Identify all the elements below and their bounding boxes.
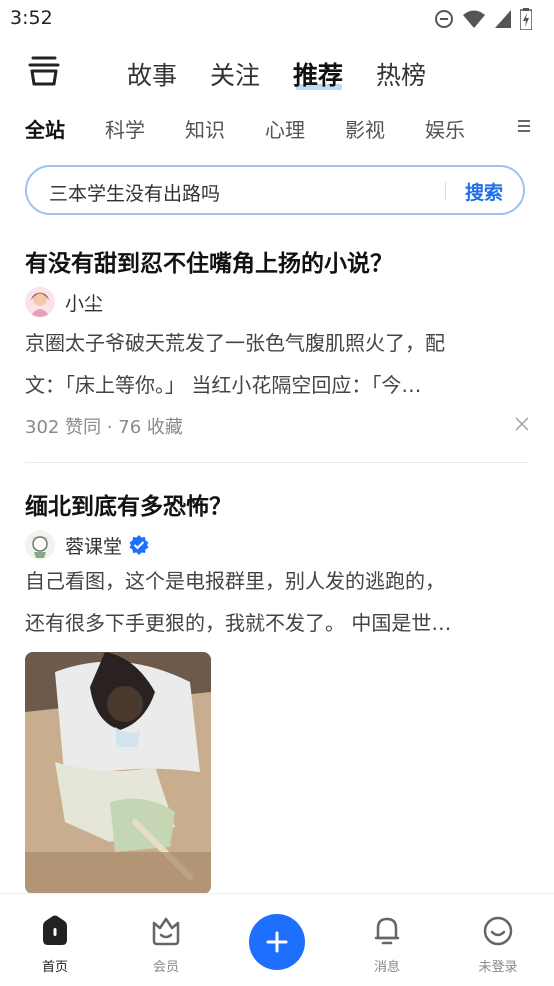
cellular-icon bbox=[495, 10, 511, 28]
nav-home[interactable]: 首页 bbox=[15, 914, 95, 975]
list-menu-icon bbox=[518, 120, 530, 132]
post-photo bbox=[25, 652, 211, 894]
avatar-cartoon-icon bbox=[25, 530, 55, 560]
status-icons bbox=[434, 8, 532, 30]
tab-hot-list[interactable]: 热榜 bbox=[376, 56, 426, 92]
author-name[interactable]: 蓉课堂 bbox=[65, 532, 122, 559]
dnd-icon bbox=[435, 10, 453, 28]
nav-label: 未登录 bbox=[478, 960, 518, 975]
nav-profile[interactable]: 未登录 bbox=[458, 914, 538, 975]
category-science[interactable]: 科学 bbox=[105, 114, 145, 143]
tab-follow[interactable]: 关注 bbox=[210, 56, 260, 92]
cup-menu-icon bbox=[28, 56, 60, 86]
bell-icon bbox=[374, 917, 400, 945]
excerpt-line: 自己看图，这个是电报群里，别人发的逃跑的， bbox=[25, 569, 445, 593]
nav-vip[interactable]: 会员 bbox=[126, 914, 206, 975]
home-icon bbox=[43, 915, 67, 945]
card-1-author[interactable]: 小尘 bbox=[25, 287, 103, 317]
card-1-stats: 302 赞同 · 76 收藏 bbox=[25, 417, 183, 438]
category-entertainment[interactable]: 娱乐 bbox=[425, 114, 465, 143]
status-time: 3:52 bbox=[10, 7, 53, 29]
feed-divider bbox=[25, 462, 529, 463]
excerpt-line: 还有很多下手更狠的，我就不发了。 中国是世… bbox=[25, 611, 452, 635]
bottom-nav: 首页 会员 消息 未登录 bbox=[0, 893, 554, 986]
search-button[interactable]: 搜索 bbox=[465, 178, 503, 205]
nav-messages[interactable]: 消息 bbox=[347, 914, 427, 975]
profile-icon bbox=[483, 916, 513, 946]
dismiss-button[interactable] bbox=[514, 416, 530, 436]
card-2-author[interactable]: 蓉课堂 bbox=[25, 530, 150, 560]
status-bar: 3:52 bbox=[0, 0, 554, 38]
nav-label: 首页 bbox=[41, 960, 68, 975]
plus-icon bbox=[266, 931, 288, 953]
author-avatar[interactable] bbox=[25, 287, 55, 317]
excerpt-line: 文：「床上等你。」 当红小花隔空回应：「今… bbox=[25, 373, 422, 397]
category-film[interactable]: 影视 bbox=[345, 114, 385, 143]
menu-drawer-button[interactable] bbox=[27, 54, 61, 88]
tab-recommend[interactable]: 推荐 bbox=[293, 56, 343, 92]
verified-badge-icon bbox=[129, 535, 149, 555]
category-psychology[interactable]: 心理 bbox=[265, 114, 305, 143]
search-divider bbox=[445, 182, 446, 200]
card-1-excerpt[interactable]: 京圈太子爷破天荒发了一张色气腹肌照火了，配 文：「床上等你。」 当红小花隔空回应… bbox=[25, 322, 525, 406]
battery-icon bbox=[520, 8, 532, 30]
category-more-button[interactable] bbox=[516, 117, 532, 139]
author-avatar[interactable] bbox=[25, 530, 55, 560]
nav-label: 会员 bbox=[152, 960, 179, 975]
card-1-title[interactable]: 有没有甜到忍不住嘴角上扬的小说？ bbox=[25, 244, 393, 278]
card-2-excerpt[interactable]: 自己看图，这个是电报群里，别人发的逃跑的， 还有很多下手更狠的，我就不发了。 中… bbox=[25, 560, 525, 644]
wifi-icon bbox=[463, 10, 485, 28]
search-input[interactable]: 三本学生没有出路吗 bbox=[49, 179, 220, 206]
excerpt-line: 京圈太子爷破天荒发了一张色气腹肌照火了，配 bbox=[25, 331, 445, 355]
tab-story[interactable]: 故事 bbox=[127, 56, 177, 92]
author-name[interactable]: 小尘 bbox=[65, 289, 103, 316]
category-knowledge[interactable]: 知识 bbox=[185, 114, 225, 143]
card-2-title[interactable]: 缅北到底有多恐怖？ bbox=[25, 487, 232, 521]
close-icon bbox=[515, 417, 529, 431]
avatar-girl-icon bbox=[25, 287, 55, 317]
card-2-image[interactable] bbox=[25, 652, 211, 894]
search-bar[interactable]: 三本学生没有出路吗 搜索 bbox=[25, 165, 525, 215]
category-all[interactable]: 全站 bbox=[25, 114, 65, 143]
nav-label: 消息 bbox=[373, 960, 400, 975]
vip-icon bbox=[152, 917, 180, 946]
create-post-button[interactable] bbox=[249, 914, 305, 970]
